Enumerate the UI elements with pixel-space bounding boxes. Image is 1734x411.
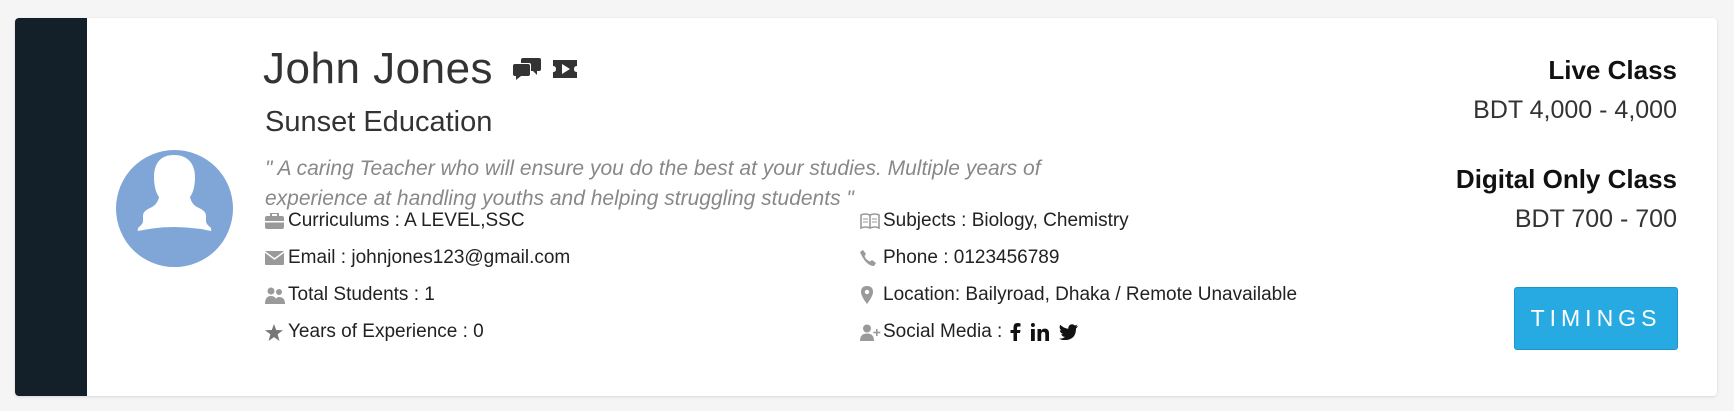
social-media-label: Social Media : [883,321,1003,342]
email-text: Email : johnjones123@gmail.com [288,247,571,268]
email-row: Email : johnjones123@gmail.com [265,247,570,269]
social-links [1010,323,1079,341]
tutor-card: John Jones Sunset Education " A caring T… [15,18,1717,396]
total-students-row: Total Students : 1 [265,284,435,306]
organization-name: Sunset Education [265,106,493,138]
twitter-icon[interactable] [1059,324,1079,340]
header-icons [513,57,579,81]
map-pin-icon [860,285,882,305]
location-text: Location: Bailyroad, Dhaka / Remote Unav… [883,284,1298,305]
tutor-name: John Jones [263,44,494,93]
total-students-text: Total Students : 1 [288,284,435,305]
digital-class-price: BDT 700 - 700 [1514,205,1677,233]
video-ticket-icon[interactable] [551,58,579,80]
card-accent-bar [15,18,87,396]
social-media-row: Social Media : [860,321,1079,343]
digital-class-title: Digital Only Class [1455,164,1677,194]
tutor-quote: " A caring Teacher who will ensure you d… [265,157,1041,210]
subjects-text: Subjects : Biology, Chemistry [883,210,1129,231]
subjects-row: Subjects : Biology, Chemistry [860,210,1129,232]
envelope-icon [265,248,287,268]
location-row: Location: Bailyroad, Dhaka / Remote Unav… [860,284,1297,306]
users-icon [265,285,287,305]
user-silhouette-icon [116,155,233,267]
star-icon [265,322,287,342]
facebook-icon[interactable] [1010,323,1021,341]
name-row: John Jones [263,44,579,94]
phone-text: Phone : 0123456789 [883,247,1060,268]
live-class-price: BDT 4,000 - 4,000 [1473,96,1677,124]
linkedin-icon[interactable] [1031,323,1050,341]
phone-icon [860,248,882,268]
phone-row: Phone : 0123456789 [860,247,1059,269]
curriculums-text: Curriculums : A LEVEL,SSC [288,210,525,231]
experience-text: Years of Experience : 0 [288,321,484,342]
user-plus-icon [860,322,882,342]
digital-class-pricing: Digital Only Class BDT 700 - 700 [1456,164,1677,234]
timings-button[interactable]: TIMINGS [1514,287,1678,350]
live-class-pricing: Live Class BDT 4,000 - 4,000 [1473,55,1677,125]
book-icon [860,211,882,231]
experience-row: Years of Experience : 0 [265,321,484,343]
curriculums-row: Curriculums : A LEVEL,SSC [265,210,525,232]
chat-bubbles-icon[interactable] [513,57,542,81]
avatar [116,150,233,267]
briefcase-icon [265,211,287,231]
live-class-title: Live Class [1548,55,1677,85]
